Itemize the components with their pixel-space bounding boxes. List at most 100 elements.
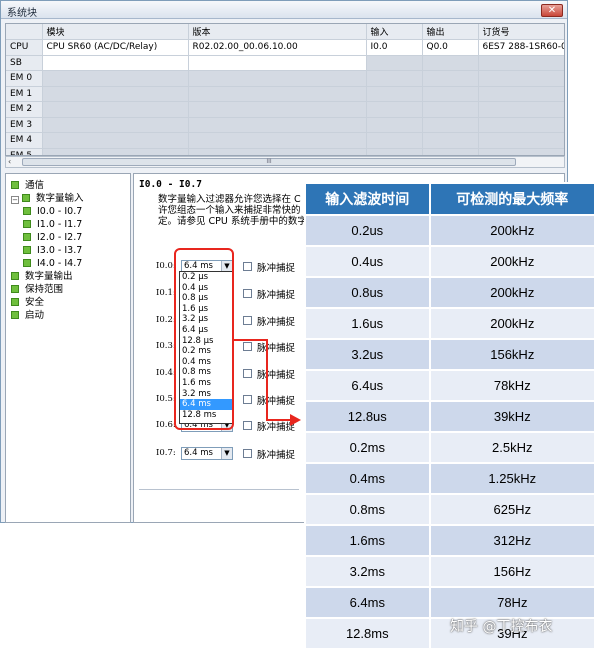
grid-cell-input[interactable] (366, 55, 423, 71)
grid-row[interactable]: EM 3 (6, 117, 564, 133)
grid-cell-version[interactable] (188, 117, 367, 133)
pulse-catch-checkbox[interactable] (243, 289, 252, 298)
tree-item[interactable]: I1.0 - I1.7 (23, 219, 82, 231)
folder-icon (23, 246, 31, 254)
grid-cell-version[interactable] (188, 101, 367, 118)
grid-cell-input[interactable] (366, 101, 423, 118)
grid-cell-version[interactable] (188, 55, 367, 71)
grid-cell-order[interactable] (478, 101, 564, 118)
filter-time-cell: 3.2us (306, 340, 429, 369)
grid-row[interactable]: CPU CPU SR60 (AC/DC/Relay) R02.02.00_00.06… (6, 39, 564, 56)
tree-item-label: I0.0 - I0.7 (37, 206, 83, 217)
pulse-catch-checkbox[interactable] (243, 395, 252, 404)
horizontal-scrollbar[interactable]: ‹ III (5, 156, 565, 168)
folder-icon (23, 207, 31, 215)
grid-row[interactable]: EM 2 (6, 101, 564, 118)
filter-time-cell: 0.8ms (306, 495, 429, 524)
max-frequency-cell: 200kHz (430, 216, 594, 245)
freq-table-row: 12.8us 39kHz (306, 402, 594, 431)
grid-cell-output[interactable] (422, 55, 479, 71)
grid-row[interactable]: EM 4 (6, 132, 564, 149)
grid-cell-module[interactable] (42, 86, 189, 102)
grid-cell-order[interactable] (478, 55, 564, 71)
chevron-down-icon[interactable]: ▼ (221, 448, 232, 459)
tree-item[interactable]: I0.0 - I0.7 (23, 206, 82, 218)
filter-time-cell: 6.4us (306, 371, 429, 400)
folder-icon (11, 298, 19, 306)
grid-row[interactable]: EM 1 (6, 86, 564, 102)
tree-item[interactable]: I3.0 - I3.7 (23, 245, 82, 257)
grid-cell-order[interactable]: 6ES7 288-1SR60-0AA0 (478, 39, 564, 56)
max-frequency-cell: 625Hz (430, 495, 594, 524)
tree-item[interactable]: I2.0 - I2.7 (23, 232, 82, 244)
grid-cell-output[interactable] (422, 101, 479, 118)
grid-cell-order[interactable] (478, 148, 564, 155)
pulse-catch-checkbox[interactable] (243, 316, 252, 325)
input-label: I0.3: (156, 341, 176, 351)
grid-cell-input[interactable] (366, 148, 423, 155)
grid-cell-output[interactable] (422, 132, 479, 149)
grid-row-header: EM 2 (6, 101, 43, 118)
tree-item[interactable]: 保持范围 (11, 284, 63, 296)
input-label: I0.7: (156, 448, 176, 458)
grid-cell-output[interactable] (422, 70, 479, 87)
pulse-catch-checkbox[interactable] (243, 369, 252, 378)
tree-item[interactable]: 通信 (11, 180, 44, 192)
grid-cell-input[interactable] (366, 86, 423, 102)
grid-cell-version[interactable] (188, 132, 367, 149)
pulse-catch-checkbox[interactable] (243, 449, 252, 458)
grid-cell-version[interactable] (188, 70, 367, 87)
input-label: I0.4: (156, 368, 176, 378)
scrollbar-thumb[interactable]: III (22, 158, 516, 166)
filter-time-select[interactable]: 6.4 ms ▼ (181, 447, 233, 460)
grid-cell-version[interactable]: R02.02.00_00.06.10.00 (188, 39, 367, 56)
pulse-catch-checkbox[interactable] (243, 342, 252, 351)
grid-row[interactable]: EM 0 (6, 70, 564, 87)
grid-row[interactable]: SB (6, 55, 564, 71)
grid-cell-module[interactable] (42, 132, 189, 149)
grid-cell-input[interactable] (366, 132, 423, 149)
grid-cell-module[interactable] (42, 148, 189, 155)
filter-frequency-table: 输入滤波时间 可检测的最大频率 0.2us 200kHz 0.4us 200kHz 0.… (304, 182, 596, 650)
freq-table-row: 3.2us 156kHz (306, 340, 594, 369)
grid-cell-order[interactable] (478, 86, 564, 102)
grid-cell-input[interactable] (366, 70, 423, 87)
grid-cell-output[interactable]: Q0.0 (422, 39, 479, 56)
grid-cell-module[interactable] (42, 101, 189, 118)
grid-row[interactable]: EM 5 (6, 148, 564, 155)
collapse-icon[interactable]: − (11, 196, 19, 204)
grid-cell-version[interactable] (188, 86, 367, 102)
close-button[interactable]: ✕ (541, 4, 563, 17)
pulse-catch-label: 脉冲捕捉 (257, 317, 296, 328)
input-label: I0.6: (156, 420, 176, 430)
tree-item[interactable]: 启动 (11, 310, 44, 322)
panel-description-line: 定。请参见 CPU 系统手册中的数字 (158, 216, 307, 227)
grid-cell-module[interactable] (42, 70, 189, 87)
tree-item[interactable]: I4.0 - I4.7 (23, 258, 82, 270)
grid-cell-order[interactable] (478, 117, 564, 133)
max-frequency-cell: 200kHz (430, 309, 594, 338)
config-tree: 通信 − 数字量输入 I0.0 - I0.7 I1.0 - I1.7 I2.0 - I2.… (5, 173, 131, 523)
pulse-catch-checkbox[interactable] (243, 421, 252, 430)
grid-cell-module[interactable]: CPU SR60 (AC/DC/Relay) (42, 39, 189, 56)
pulse-catch-checkbox[interactable] (243, 262, 252, 271)
grid-cell-output[interactable] (422, 117, 479, 133)
freq-table-row: 0.2us 200kHz (306, 216, 594, 245)
grid-cell-order[interactable] (478, 70, 564, 87)
tree-item[interactable]: 安全 (11, 297, 44, 309)
filter-time-cell: 0.4ms (306, 464, 429, 493)
grid-row-header: SB (6, 55, 43, 71)
folder-icon (23, 220, 31, 228)
grid-cell-module[interactable] (42, 55, 189, 71)
grid-cell-input[interactable]: I0.0 (366, 39, 423, 56)
tree-item[interactable]: − 数字量输入 (11, 193, 84, 205)
grid-cell-input[interactable] (366, 117, 423, 133)
grid-cell-output[interactable] (422, 86, 479, 102)
grid-cell-module[interactable] (42, 117, 189, 133)
tree-item[interactable]: 数字量输出 (11, 271, 73, 283)
freq-table-row: 1.6ms 312Hz (306, 526, 594, 555)
grid-cell-order[interactable] (478, 132, 564, 149)
scroll-left-arrow-icon[interactable]: ‹ (8, 157, 11, 166)
grid-cell-version[interactable] (188, 148, 367, 155)
grid-cell-output[interactable] (422, 148, 479, 155)
